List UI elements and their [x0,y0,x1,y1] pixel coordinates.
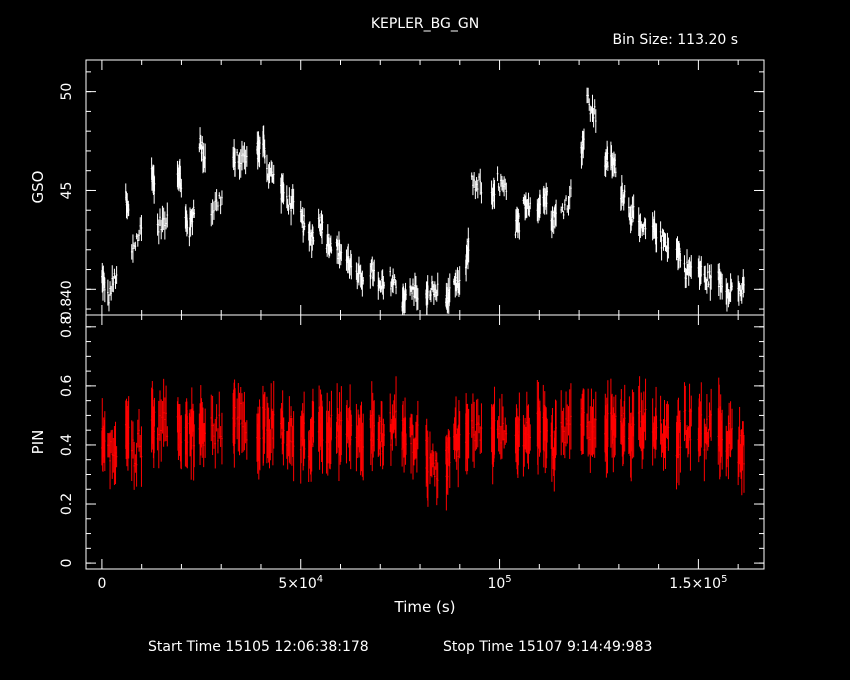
start-time-label: Start Time 15105 12:06:38:178 [148,639,369,655]
gso-y-tick-label: 40 [59,280,75,298]
x-axis-label: Time (s) [394,598,456,616]
gso-panel-frame [85,59,765,316]
x-tick-label: 1.5×105 [669,574,727,592]
pin-y-tick-label: 0.8 [59,316,75,338]
pin-y-tick-label: 0 [59,559,75,568]
gso-y-tick-label: 45 [59,182,75,200]
pin-y-tick-label: 0.4 [59,434,75,456]
gso-axis-label: GSO [29,171,47,204]
x-tick-label: 105 [487,574,511,592]
lightcurve-figure: KEPLER_BG_GN Bin Size: 113.20 s 40 45 50 0.… [29,16,765,655]
x-tick-label: 5×104 [278,574,323,592]
gso-series [101,87,745,315]
gso-y-tick-label: 50 [59,83,75,101]
chart-title: KEPLER_BG_GN [371,16,479,32]
gso-axis-ticks: 4045500.8 [59,60,764,320]
pin-y-tick-label: 0.2 [59,493,75,515]
bin-size-label: Bin Size: 113.20 s [613,32,738,48]
x-tick-labels: 0 5×104 105 1.5×105 [97,574,727,592]
x-tick-label: 0 [97,576,106,592]
stop-time-label: Stop Time 15107 9:14:49:983 [443,639,652,655]
pin-y-tick-label: 0.6 [59,375,75,397]
pin-axis-label: PIN [29,430,47,455]
pin-series [101,376,745,511]
